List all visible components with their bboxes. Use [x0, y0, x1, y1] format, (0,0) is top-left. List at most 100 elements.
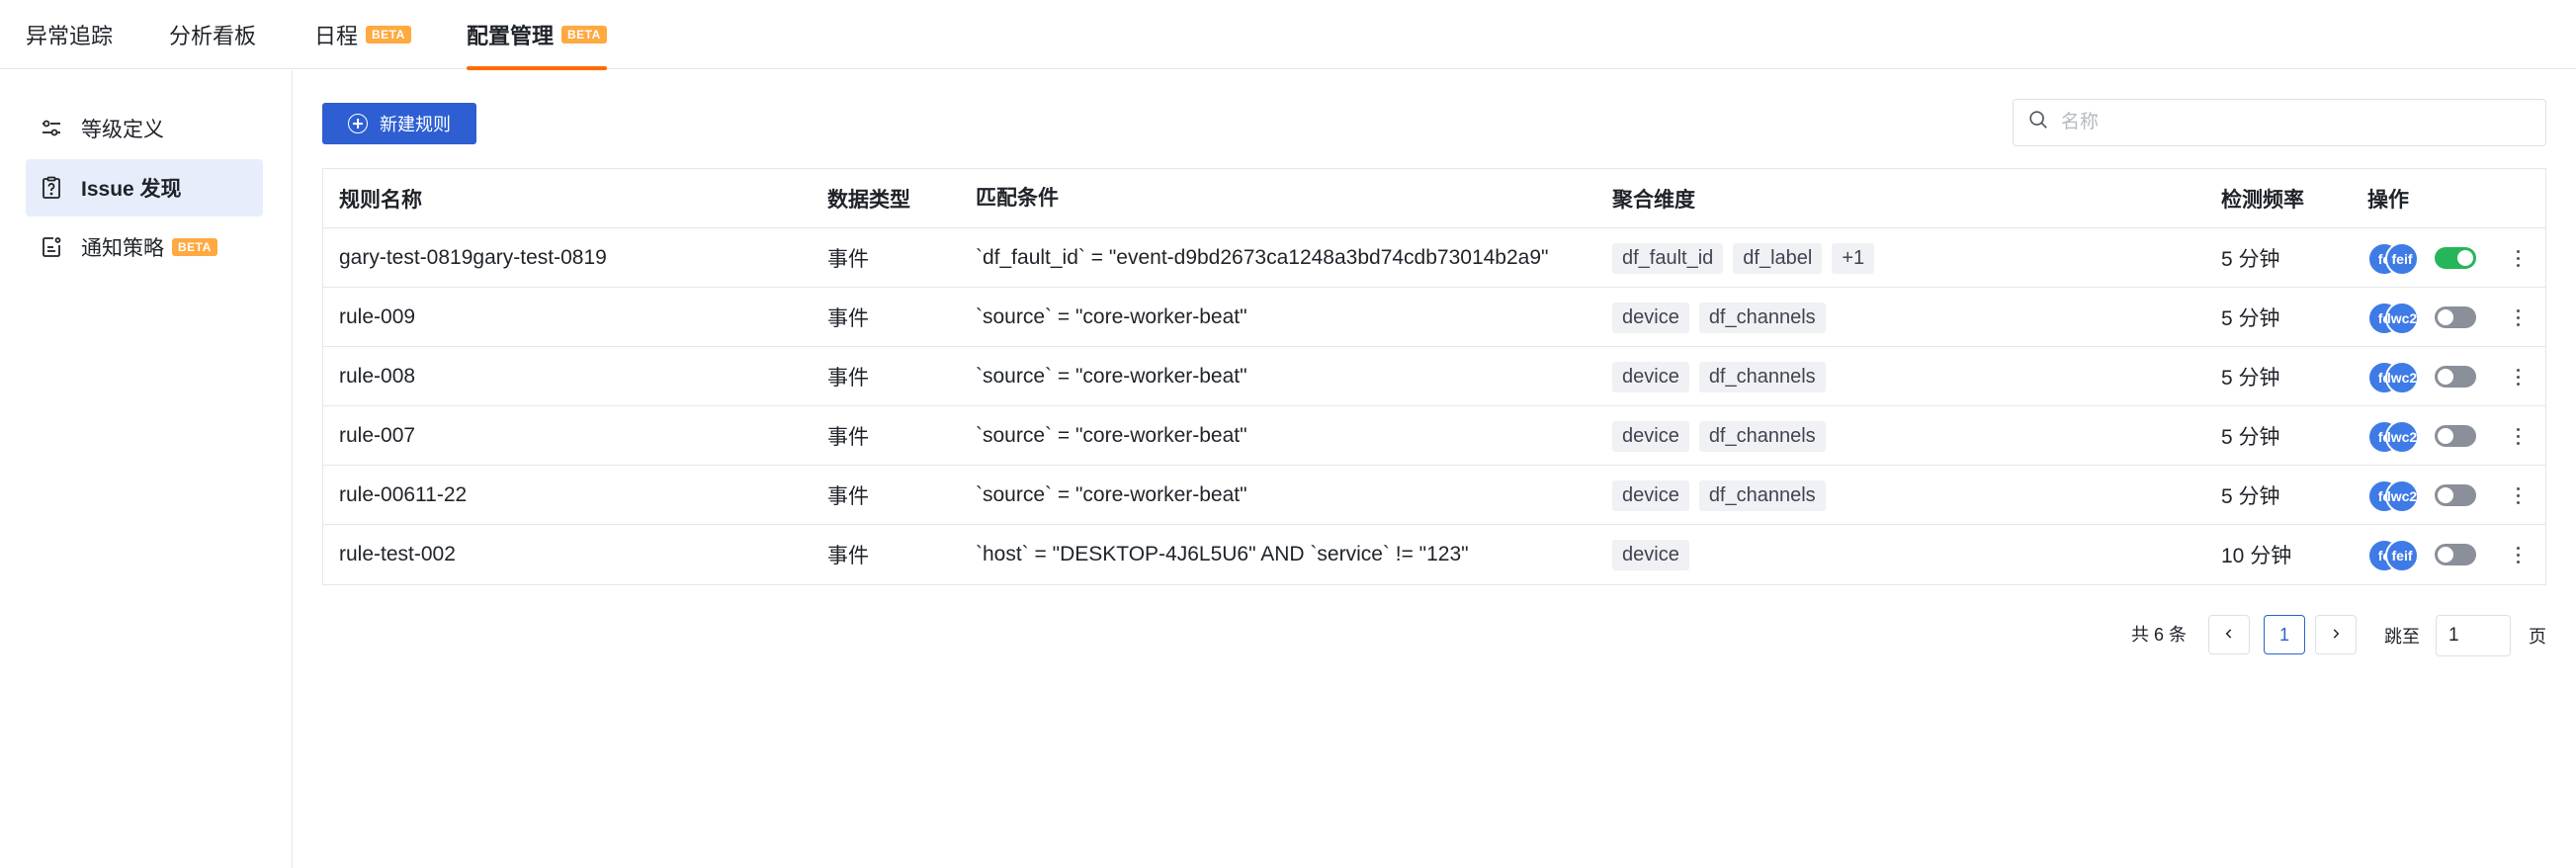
detection-frequency: 5 分钟: [2221, 485, 2280, 508]
more-vertical-icon[interactable]: [2508, 243, 2528, 273]
beta-badge: BETA: [172, 238, 217, 256]
detection-frequency: 5 分钟: [2221, 307, 2280, 330]
prev-page-button[interactable]: [2208, 615, 2250, 654]
more-vertical-icon[interactable]: [2508, 362, 2528, 391]
tab-analysis-dashboard[interactable]: 分析看板: [169, 0, 256, 69]
sidebar-item-label: 等级定义: [81, 119, 164, 141]
enable-toggle[interactable]: [2435, 306, 2476, 328]
table-row[interactable]: rule-009 事件 `source` = "core-worker-beat…: [323, 288, 2545, 347]
search-box[interactable]: [2013, 99, 2546, 146]
dimension-chip: df_channels: [1698, 420, 1826, 452]
column-header: 匹配条件: [976, 187, 1059, 210]
column-header: 操作: [2367, 189, 2409, 212]
tab-issue-tracking[interactable]: 异常追踪: [26, 0, 113, 69]
sliders-icon: [40, 117, 63, 140]
dimension-chip: df_label: [1733, 242, 1823, 274]
sidebar-item-issue-discovery[interactable]: Issue 发现: [26, 159, 263, 217]
enable-toggle[interactable]: [2435, 425, 2476, 447]
match-condition: `df_fault_id` = "event-d9bd2673ca1248a3b…: [976, 246, 1549, 269]
row-actions: fe lwc2: [2367, 406, 2545, 466]
rule-name[interactable]: gary-test-0819gary-test-0819: [339, 228, 804, 288]
avatar: feif: [2385, 539, 2419, 572]
enable-toggle[interactable]: [2435, 247, 2476, 269]
jump-label: 跳至: [2384, 627, 2420, 647]
aggregation-dimensions: device: [1612, 525, 2205, 584]
rule-name[interactable]: rule-008: [339, 347, 804, 406]
notify-members[interactable]: fe lwc2: [2367, 300, 2431, 335]
avatar: lwc2: [2385, 420, 2419, 454]
data-type: 事件: [827, 485, 869, 508]
pagination-total: 共 6 条: [2131, 625, 2188, 645]
column-header: 聚合维度: [1612, 189, 1695, 212]
detection-frequency: 10 分钟: [2221, 545, 2292, 567]
more-vertical-icon[interactable]: [2508, 421, 2528, 451]
dimension-chip: device: [1612, 539, 1689, 570]
match-condition: `source` = "core-worker-beat": [976, 483, 1247, 506]
new-rule-label: 新建规则: [380, 115, 451, 134]
active-tab-underline: [467, 66, 607, 70]
sidebar-item-notification-policy[interactable]: 通知策略 BETA: [26, 218, 263, 276]
detection-frequency: 5 分钟: [2221, 248, 2280, 271]
new-rule-button[interactable]: 新建规则: [322, 103, 476, 144]
tab-label: 日程: [314, 24, 359, 48]
enable-toggle[interactable]: [2435, 366, 2476, 388]
data-type: 事件: [827, 545, 869, 567]
rule-name[interactable]: rule-009: [339, 288, 804, 347]
data-type: 事件: [827, 248, 869, 271]
question-doc-icon: [40, 176, 63, 200]
rule-name[interactable]: rule-test-002: [339, 525, 804, 584]
more-vertical-icon[interactable]: [2508, 480, 2528, 510]
table-row[interactable]: rule-test-002 事件 `host` = "DESKTOP-4J6L5…: [323, 525, 2545, 584]
toggle-knob: [2438, 487, 2453, 503]
aggregation-dimensions: device df_channels: [1612, 347, 2205, 406]
table-row[interactable]: rule-007 事件 `source` = "core-worker-beat…: [323, 406, 2545, 466]
dimension-chip: device: [1612, 302, 1689, 333]
beta-badge: BETA: [366, 26, 411, 43]
search-input[interactable]: [2061, 112, 2535, 133]
avatar: lwc2: [2385, 302, 2419, 335]
table-row[interactable]: rule-008 事件 `source` = "core-worker-beat…: [323, 347, 2545, 406]
row-actions: fe lwc2: [2367, 288, 2545, 347]
notify-members[interactable]: fe lwc2: [2367, 359, 2431, 394]
match-condition: `host` = "DESKTOP-4J6L5U6" AND `service`…: [976, 543, 1469, 565]
sidebar-item-label: Issue 发现: [81, 178, 182, 201]
notify-members[interactable]: fe lwc2: [2367, 477, 2431, 513]
dimension-chip: df_channels: [1698, 479, 1826, 511]
enable-toggle[interactable]: [2435, 544, 2476, 565]
top-nav: 异常追踪 分析看板 日程 BETA 配置管理 BETA: [0, 0, 2576, 70]
next-page-button[interactable]: [2315, 615, 2357, 654]
avatar: lwc2: [2385, 479, 2419, 513]
more-vertical-icon[interactable]: [2508, 540, 2528, 569]
aggregation-dimensions: device df_channels: [1612, 466, 2205, 525]
detection-frequency: 5 分钟: [2221, 367, 2280, 390]
sidebar: 等级定义 Issue 发现 通知策略 BETA: [0, 70, 293, 868]
chevron-left-icon: [2222, 625, 2236, 646]
match-condition: `source` = "core-worker-beat": [976, 305, 1247, 328]
tab-schedule[interactable]: 日程 BETA: [314, 0, 411, 69]
data-type: 事件: [827, 367, 869, 390]
aggregation-dimensions: device df_channels: [1612, 288, 2205, 347]
notify-members[interactable]: fe lwc2: [2367, 418, 2431, 454]
row-actions: fe lwc2: [2367, 466, 2545, 525]
jump-page-input[interactable]: [2436, 615, 2511, 656]
table-row[interactable]: gary-test-0819gary-test-0819 事件 `df_faul…: [323, 228, 2545, 288]
notify-members[interactable]: fe feif: [2367, 537, 2431, 572]
rule-name[interactable]: rule-00611-22: [339, 466, 804, 525]
toggle-knob: [2438, 428, 2453, 444]
page-unit-label: 页: [2529, 627, 2546, 647]
rule-name[interactable]: rule-007: [339, 406, 804, 466]
column-header: 规则名称: [339, 189, 422, 212]
table-row[interactable]: rule-00611-22 事件 `source` = "core-worker…: [323, 466, 2545, 525]
toggle-knob: [2438, 547, 2453, 563]
notify-members[interactable]: fe feif: [2367, 240, 2431, 276]
enable-toggle[interactable]: [2435, 484, 2476, 506]
column-header: 检测频率: [2221, 189, 2304, 212]
more-vertical-icon[interactable]: [2508, 303, 2528, 332]
data-type: 事件: [827, 426, 869, 449]
dimension-more-chip[interactable]: +1: [1832, 242, 1875, 274]
tab-config-management[interactable]: 配置管理 BETA: [467, 0, 607, 70]
match-condition: `source` = "core-worker-beat": [976, 365, 1247, 388]
page-number-button[interactable]: 1: [2264, 615, 2305, 654]
sidebar-item-level-definition[interactable]: 等级定义: [26, 100, 263, 157]
plus-circle-icon: [348, 114, 368, 133]
